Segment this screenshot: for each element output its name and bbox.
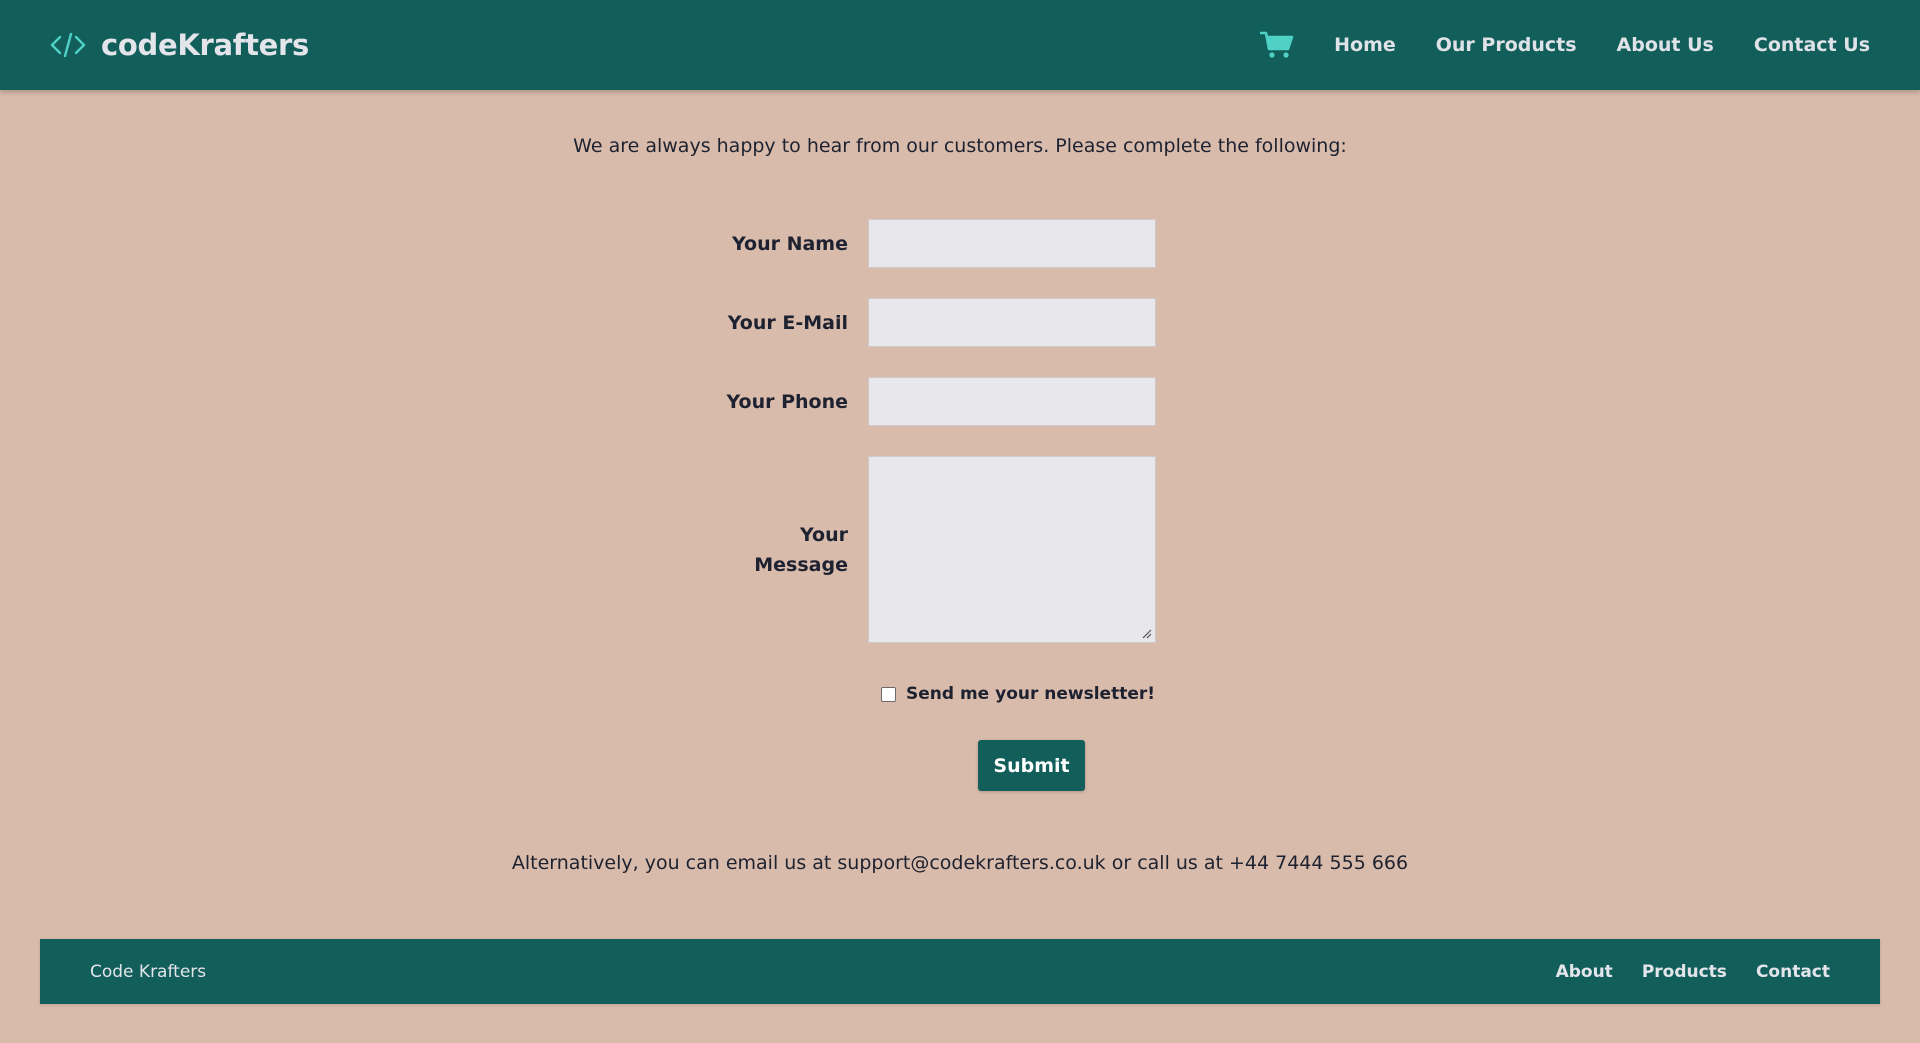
site-footer: Code Krafters About Products Contact xyxy=(40,939,1880,1004)
brand-name: codeKrafters xyxy=(101,28,309,62)
shopping-cart-icon[interactable] xyxy=(1260,30,1294,60)
phone-input[interactable] xyxy=(868,377,1156,426)
email-input[interactable] xyxy=(868,298,1156,347)
email-row: Your E-Mail xyxy=(0,298,1920,347)
submit-button[interactable]: Submit xyxy=(978,740,1085,791)
nav-our-products[interactable]: Our Products xyxy=(1436,34,1577,56)
main-nav: Home Our Products About Us Contact Us xyxy=(1260,30,1870,60)
resize-grip-icon[interactable] xyxy=(1142,629,1152,639)
code-icon xyxy=(50,32,86,58)
site-header: codeKrafters Home Our Products About Us … xyxy=(0,0,1920,90)
newsletter-checkbox[interactable] xyxy=(880,686,896,702)
footer-link-about[interactable]: About xyxy=(1556,962,1613,982)
footer-nav: About Products Contact xyxy=(1556,962,1830,982)
message-textarea[interactable] xyxy=(868,456,1156,643)
intro-text: We are always happy to hear from our cus… xyxy=(573,135,1347,157)
nav-home[interactable]: Home xyxy=(1334,34,1396,56)
footer-brand: Code Krafters xyxy=(90,961,207,982)
newsletter-label[interactable]: Send me your newsletter! xyxy=(906,684,1155,704)
message-label-line1: Your xyxy=(800,523,848,546)
brand[interactable]: codeKrafters xyxy=(50,28,309,62)
nav-contact-us[interactable]: Contact Us xyxy=(1754,34,1870,56)
message-label: Your Message xyxy=(0,520,868,580)
alt-contact-text: Alternatively, you can email us at suppo… xyxy=(511,852,1409,874)
newsletter-row: Send me your newsletter! xyxy=(0,684,1920,704)
name-input[interactable] xyxy=(868,219,1156,268)
email-label: Your E-Mail xyxy=(727,311,848,334)
name-label: Your Name xyxy=(732,232,848,255)
nav-about-us[interactable]: About Us xyxy=(1617,34,1714,56)
message-label-line2: Message xyxy=(754,553,848,576)
footer-link-contact[interactable]: Contact xyxy=(1756,962,1830,982)
name-row: Your Name xyxy=(0,219,1920,268)
phone-label: Your Phone xyxy=(726,390,849,413)
footer-link-products[interactable]: Products xyxy=(1642,962,1727,982)
phone-row: Your Phone xyxy=(0,377,1920,426)
message-row: Your Message xyxy=(0,456,1920,643)
